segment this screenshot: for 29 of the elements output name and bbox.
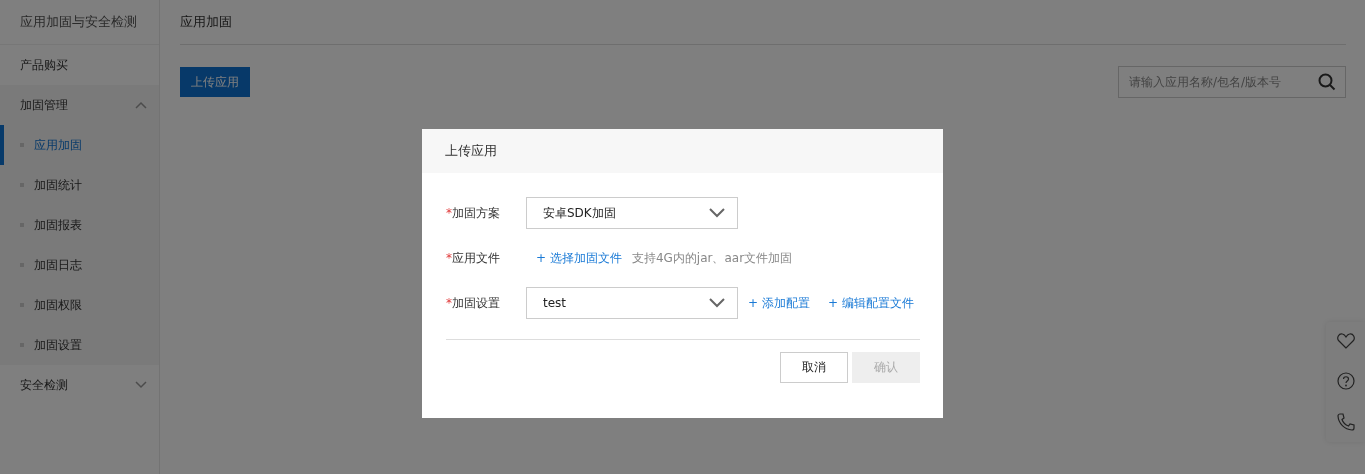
page-title: 应用加固 <box>180 13 232 31</box>
select-field[interactable]: 安卓SDK加固 <box>526 197 738 229</box>
field-label: *加固方案 <box>446 204 501 222</box>
sidebar-title: 应用加固与安全检测 <box>0 0 159 45</box>
cancel-button[interactable]: 取消 <box>780 352 848 383</box>
chevron-down-icon <box>709 298 725 308</box>
sidebar-subitem[interactable]: 加固权限 <box>0 285 159 325</box>
link[interactable]: + 编辑配置文件 <box>827 294 914 312</box>
phone-icon[interactable] <box>1336 412 1355 431</box>
link[interactable]: + 添加配置 <box>748 294 810 312</box>
sidebar-subitem[interactable]: 应用加固 <box>0 125 159 165</box>
sidebar-subitem[interactable]: 加固设置 <box>0 325 159 365</box>
sidebar-item[interactable]: 加固管理 <box>0 85 159 125</box>
upload-button[interactable]: 上传应用 <box>180 67 250 97</box>
sidebar-subitem[interactable]: 加固统计 <box>0 165 159 205</box>
sidebar-item[interactable]: 产品购买 <box>0 45 159 85</box>
sidebar-subitem[interactable]: 加固报表 <box>0 205 159 245</box>
field-label: *加固设置 <box>446 294 501 312</box>
sidebar-subitem[interactable]: 加固日志 <box>0 245 159 285</box>
choose-file-link[interactable]: + 选择加固文件 <box>536 249 622 267</box>
dialog-title: 上传应用 <box>445 142 497 160</box>
chevron-down-icon <box>709 208 725 218</box>
help-icon[interactable] <box>1336 372 1355 390</box>
search-icon[interactable] <box>1318 73 1336 91</box>
hint-text: 支持4G内的jar、aar文件加固 <box>631 249 793 267</box>
field-label: *应用文件 <box>446 249 501 267</box>
select-field[interactable]: test <box>526 287 738 319</box>
sidebar-item[interactable]: 安全检测 <box>0 365 159 405</box>
heart-icon[interactable] <box>1336 333 1355 350</box>
